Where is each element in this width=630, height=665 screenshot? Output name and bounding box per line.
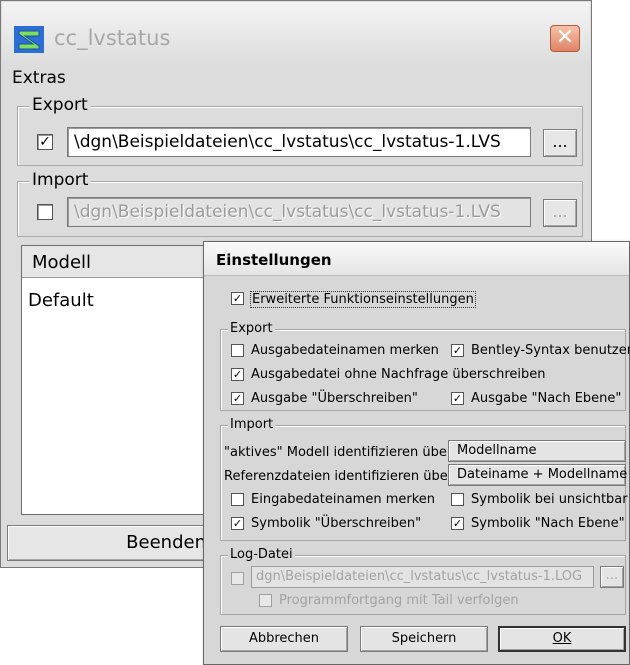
symbolik-nach-ebene-checkbox[interactable]: ✓ [451,517,464,530]
aktives-modell-label: "aktives" Modell identifizieren über [224,445,453,460]
bentley-syntax-label: Bentley-Syntax benutzen [471,343,630,358]
ohne-nachfrage-label: Ausgabedatei ohne Nachfrage überschreibe… [251,367,546,382]
log-path-field[interactable]: dgn\Beispieldateien\cc_lvstatus\cc_lvsta… [251,566,594,588]
column-header-modell: Modell [32,252,92,273]
referenzdateien-select[interactable]: Dateiname + Modellname [448,464,627,486]
export-checkbox[interactable]: ✓ [37,134,53,150]
settings-title: Einstellungen [216,251,332,269]
menu-bar: Extras [2,64,590,94]
tail-label: Programmfortgang mit Tail verfolgen [279,593,519,608]
aktives-modell-select[interactable]: Modellname [448,440,626,462]
import-browse-button[interactable]: ... [543,199,577,227]
erweiterte-label: Erweiterte Funktionseinstellungen [250,291,476,308]
ohne-nachfrage-checkbox[interactable]: ✓ [231,368,244,381]
export-browse-button[interactable]: ... [543,129,577,157]
eingabedateinamen-merken-label: Eingabedateinamen merken [251,492,436,507]
ausgabe-nach-ebene-label: Ausgabe "Nach Ebene" [471,391,622,406]
import-path-field[interactable]: \dgn\Beispieldateien\cc_lvstatus\cc_lvst… [67,197,531,227]
ausgabe-ueberschreiben-label: Ausgabe "Überschreiben" [251,391,418,406]
export-path-field[interactable]: \dgn\Beispieldateien\cc_lvstatus\cc_lvst… [67,127,531,157]
settings-dialog: Einstellungen ✓ Erweiterte Funktionseins… [203,241,630,665]
ausgabe-ueberschreiben-checkbox[interactable]: ✓ [231,392,244,405]
tail-checkbox[interactable] [259,594,272,607]
log-checkbox[interactable] [231,572,244,585]
erweiterte-checkbox[interactable]: ✓ [231,292,244,305]
import-legend: Import [29,170,92,190]
symbolik-ueberschreiben-label: Symbolik "Überschreiben" [251,516,422,531]
ausgabedateinamen-merken-label: Ausgabedateinamen merken [251,343,439,358]
title-bar[interactable]: cc_lvstatus ✕ [2,2,590,62]
symbolik-unsichtbar-label: Symbolik bei unsichtbar [471,492,628,507]
symbolik-unsichtbar-checkbox[interactable] [451,493,464,506]
symbolik-nach-ebene-label: Symbolik "Nach Ebene" [471,516,625,531]
ausgabedateinamen-merken-checkbox[interactable] [231,344,244,357]
window-title: cc_lvstatus [54,26,171,50]
ok-button[interactable]: OK [498,626,626,652]
log-browse-button[interactable]: ... [600,566,624,588]
settings-title-bar[interactable]: Einstellungen [204,242,629,276]
eingabedateinamen-merken-checkbox[interactable] [231,493,244,506]
settings-log-legend: Log-Datei [228,547,295,562]
bentley-syntax-checkbox[interactable]: ✓ [451,344,464,357]
export-legend: Export [29,95,91,115]
referenzdateien-label: Referenzdateien identifizieren über [224,469,454,484]
import-checkbox[interactable] [37,204,53,220]
speichern-button[interactable]: Speichern [360,626,488,652]
ausgabe-nach-ebene-checkbox[interactable]: ✓ [451,392,464,405]
menu-extras[interactable]: Extras [12,68,66,88]
symbolik-ueberschreiben-checkbox[interactable]: ✓ [231,517,244,530]
list-item[interactable]: Default [28,290,94,311]
abbrechen-button[interactable]: Abbrechen [220,626,348,652]
close-button[interactable]: ✕ [550,25,580,52]
settings-import-legend: Import [228,417,276,432]
settings-export-legend: Export [228,321,275,336]
app-icon [14,26,44,53]
